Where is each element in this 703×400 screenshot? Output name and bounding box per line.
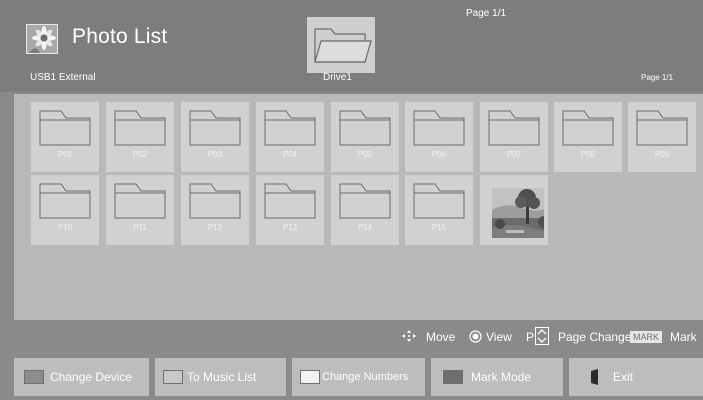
to-music-list-label: To Music List (187, 370, 257, 384)
folder-label: P06 (431, 150, 447, 159)
folder-tile[interactable]: P09 (628, 102, 696, 172)
exit-button[interactable]: Exit (569, 358, 703, 396)
folder-label: P14 (357, 223, 373, 232)
current-folder-icon (307, 17, 375, 73)
folder-tile[interactable]: P14 (331, 175, 399, 245)
mark-key-icon: MARK (630, 330, 663, 344)
folder-tile[interactable]: P08 (554, 102, 622, 172)
folder-tile[interactable]: P06 (405, 102, 473, 172)
folder-label: P12 (207, 223, 223, 232)
folder-tile[interactable]: P03 (181, 102, 249, 172)
folder-icon (264, 110, 316, 146)
folder-label: P11 (133, 223, 147, 232)
folder-label: P09 (654, 150, 670, 159)
folder-tile[interactable]: P13 (256, 175, 324, 245)
header: Photo List Page 1/1 USB1 External Drive1… (0, 0, 703, 92)
page-change-hint-label: Page Change (558, 330, 632, 344)
folder-label: P04 (282, 150, 298, 159)
folder-icon (114, 110, 166, 146)
folder-label: P03 (207, 150, 223, 159)
folder-label: P08 (580, 150, 596, 159)
white-key-icon (300, 370, 320, 384)
navigation-arrows-icon (402, 330, 416, 342)
mark-hint-label: Mark (670, 330, 697, 344)
mark-mode-label: Mark Mode (471, 370, 532, 384)
folder-tile[interactable]: P04 (256, 102, 324, 172)
folder-tile[interactable]: P12 (181, 175, 249, 245)
landscape-photo-icon (484, 180, 544, 238)
folder-icon (189, 110, 241, 146)
folder-icon (339, 183, 391, 219)
move-hint (402, 330, 416, 344)
change-device-label: Change Device (50, 370, 133, 384)
folder-label: P13 (282, 223, 298, 232)
folder-icon (413, 110, 465, 146)
folder-label: P02 (132, 150, 148, 159)
to-music-list-button[interactable]: To Music List (155, 358, 286, 396)
page-key-label: P (526, 330, 535, 344)
folder-tile[interactable]: P05 (331, 102, 399, 172)
function-button-bar: Change Device To Music List Change Numbe… (0, 354, 703, 400)
folder-label: P07 (506, 150, 522, 159)
gray-key-icon (24, 370, 44, 384)
folder-icon (413, 183, 465, 219)
mark-mode-button[interactable]: Mark Mode (431, 358, 563, 396)
page-up-down-icon (535, 327, 549, 348)
folder-icon (39, 110, 91, 146)
folder-icon (264, 183, 316, 219)
folder-icon (39, 183, 91, 219)
folder-label: P01 (57, 150, 73, 159)
folder-tile[interactable]: P01 (31, 102, 99, 172)
photo-tile[interactable] (480, 175, 548, 245)
folder-tile[interactable]: P11 (106, 175, 174, 245)
exit-label: Exit (613, 370, 634, 384)
device-label: USB1 External (30, 72, 96, 83)
folder-icon (488, 110, 540, 146)
folder-label: P15 (431, 223, 447, 232)
change-numbers-button[interactable]: Change Numbers (292, 358, 425, 396)
folder-tile[interactable]: P07 (480, 102, 548, 172)
folder-tile[interactable]: P15 (405, 175, 473, 245)
change-device-button[interactable]: Change Device (14, 358, 149, 396)
folder-label: P10 (57, 223, 73, 232)
folder-label: P05 (357, 150, 373, 159)
move-hint-label: Move (426, 330, 456, 344)
folder-icon (636, 110, 688, 146)
folder-tile[interactable]: P02 (106, 102, 174, 172)
view-hint-label: View (486, 330, 512, 344)
folder-icon (114, 183, 166, 219)
photo-grid: P01 P02 P03 P04 P05 P06 P07 P08 P09 P10 … (14, 94, 703, 320)
folder-icon (189, 183, 241, 219)
app-title: Photo List (72, 25, 168, 48)
light-gray-key-icon (163, 370, 183, 384)
dark-gray-key-icon (443, 370, 463, 384)
folder-tile[interactable]: P10 (31, 175, 99, 245)
ok-button-icon (469, 330, 482, 344)
drive-label: Drive1 (323, 72, 352, 83)
page-indicator-right: Page 1/1 (641, 73, 674, 82)
exit-door-icon (591, 369, 599, 388)
flower-icon (26, 24, 58, 54)
folder-icon (562, 110, 614, 146)
change-numbers-label: Change Numbers (322, 371, 409, 383)
folder-icon (339, 110, 391, 146)
page-indicator: Page 1/1 (466, 8, 507, 19)
key-hint-bar: Move View P Page Change MARK Mark (0, 320, 703, 354)
